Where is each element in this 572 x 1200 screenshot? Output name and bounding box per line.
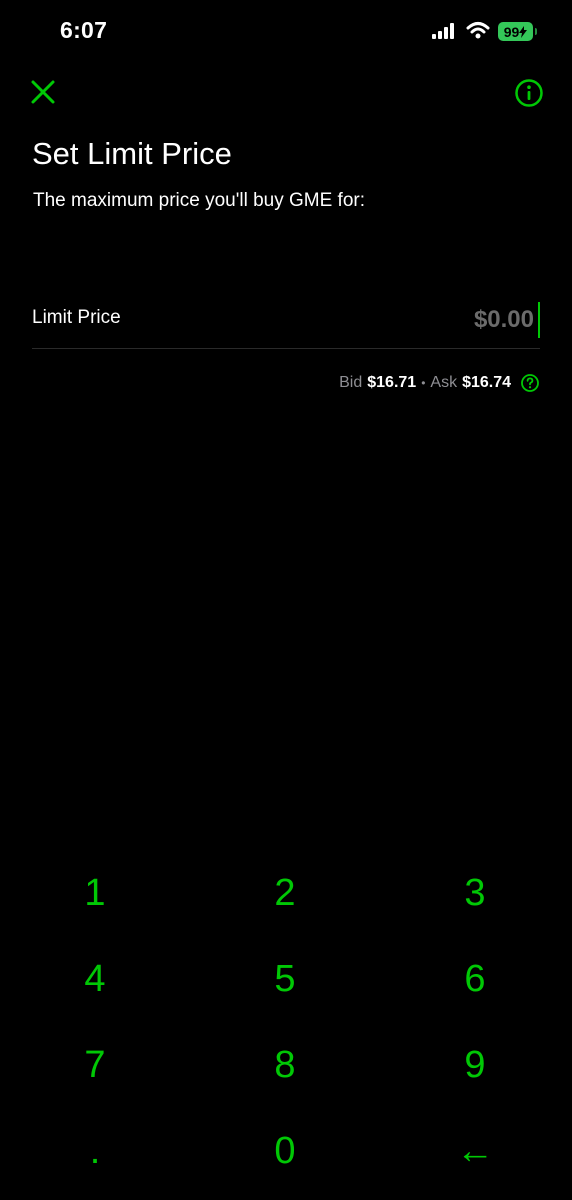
key-1[interactable]: 1	[0, 850, 190, 936]
battery-tip	[535, 28, 537, 35]
status-bar: 6:07 99	[0, 0, 572, 64]
bid-value: $16.71	[367, 374, 417, 391]
page-subtitle: The maximum price you'll buy GME for:	[33, 190, 365, 211]
key-2[interactable]: 2	[190, 850, 380, 936]
bid-ask-quote: Bid $16.71 • Ask $16.74	[339, 373, 540, 393]
key-4[interactable]: 4	[0, 936, 190, 1022]
limit-price-input[interactable]	[340, 302, 540, 338]
key-5[interactable]: 5	[190, 936, 380, 1022]
key-8[interactable]: 8	[190, 1022, 380, 1108]
ask-value: $16.74	[462, 374, 511, 391]
key-3[interactable]: 3	[380, 850, 570, 936]
key-0[interactable]: 0	[190, 1108, 380, 1194]
signal-icon	[432, 23, 454, 39]
backspace-key[interactable]: ←	[380, 1108, 570, 1194]
key-decimal[interactable]: .	[0, 1108, 190, 1194]
battery-level: 99	[503, 23, 520, 40]
battery-icon: 99	[498, 22, 533, 41]
close-icon	[31, 80, 55, 104]
quote-separator: •	[421, 376, 426, 390]
close-button[interactable]	[28, 77, 58, 107]
info-icon	[515, 79, 543, 107]
bid-label: Bid	[339, 374, 363, 391]
help-circle-icon[interactable]	[520, 373, 540, 393]
ask-label: Ask	[430, 374, 458, 391]
key-9[interactable]: 9	[380, 1022, 570, 1108]
key-6[interactable]: 6	[380, 936, 570, 1022]
charging-bolt-icon	[519, 25, 528, 38]
info-button[interactable]	[513, 77, 545, 109]
numeric-keypad: 1 2 3 4 5 6 7 8 9 . 0 ←	[0, 850, 572, 1190]
limit-price-label: Limit Price	[32, 307, 121, 328]
status-time: 6:07	[60, 17, 108, 43]
limit-price-row: Limit Price	[32, 296, 540, 349]
key-7[interactable]: 7	[0, 1022, 190, 1108]
wifi-icon	[466, 22, 490, 39]
page-title: Set Limit Price	[32, 136, 232, 171]
